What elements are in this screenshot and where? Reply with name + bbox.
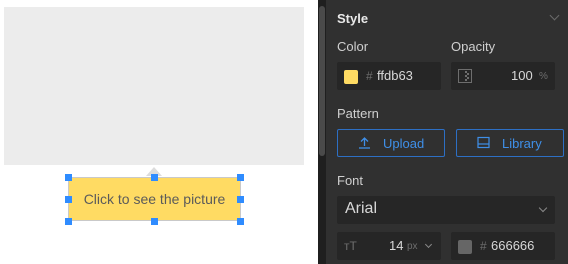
- font-size-field[interactable]: тТ 14 px: [337, 232, 441, 260]
- font-size-icon: тТ: [344, 239, 357, 253]
- upload-button-label: Upload: [383, 136, 425, 151]
- color-value[interactable]: ffdb63: [377, 68, 413, 83]
- opacity-label: Opacity: [451, 39, 496, 54]
- font-family-value: Arial: [345, 200, 378, 217]
- resize-handle-bottom-right[interactable]: [237, 218, 244, 225]
- panel-scrollbar[interactable]: [318, 0, 326, 264]
- opacity-value[interactable]: 100: [511, 68, 533, 83]
- font-family-select[interactable]: Arial: [337, 196, 555, 224]
- library-icon: [477, 136, 490, 149]
- opacity-field[interactable]: 100 %: [451, 62, 555, 90]
- chevron-down-icon[interactable]: [424, 240, 433, 249]
- resize-handle-top-left[interactable]: [65, 174, 72, 181]
- caption-text: Click to see the picture: [83, 191, 226, 207]
- resize-handle-middle-left[interactable]: [65, 196, 72, 203]
- resize-handle-bottom-left[interactable]: [65, 218, 72, 225]
- upload-icon: [359, 137, 370, 149]
- font-color-value[interactable]: 666666: [491, 238, 534, 253]
- chevron-down-icon[interactable]: [549, 10, 560, 21]
- section-title: Style: [337, 11, 369, 26]
- font-size-unit: px: [407, 241, 418, 252]
- font-label: Font: [337, 173, 364, 188]
- color-field[interactable]: # ffdb63: [337, 62, 441, 90]
- resize-handle-top-right[interactable]: [237, 174, 244, 181]
- resize-handle-middle-right[interactable]: [237, 196, 244, 203]
- library-button[interactable]: Library: [456, 129, 564, 157]
- style-panel: Style Color Opacity # ffdb63 100 % Patte…: [326, 0, 568, 264]
- opacity-unit: %: [539, 71, 548, 82]
- color-hash: #: [366, 69, 373, 83]
- chevron-down-icon: [538, 203, 548, 213]
- font-color-swatch[interactable]: [458, 240, 472, 254]
- upload-button[interactable]: Upload: [337, 129, 445, 157]
- design-canvas[interactable]: Click to see the picture: [0, 0, 318, 264]
- font-size-value[interactable]: 14: [389, 238, 403, 253]
- color-label: Color: [337, 39, 369, 54]
- font-color-field[interactable]: # 666666: [451, 232, 555, 260]
- resize-handle-bottom-center[interactable]: [151, 218, 158, 225]
- resize-handle-top-center[interactable]: [151, 174, 158, 181]
- color-swatch[interactable]: [344, 70, 358, 84]
- library-button-label: Library: [502, 136, 542, 151]
- pattern-label: Pattern: [337, 106, 379, 121]
- font-color-hash: #: [480, 239, 487, 253]
- scrollbar-thumb[interactable]: [319, 6, 325, 156]
- caption-box[interactable]: Click to see the picture: [68, 177, 241, 221]
- image-placeholder[interactable]: [4, 7, 304, 165]
- opacity-icon: [458, 69, 472, 83]
